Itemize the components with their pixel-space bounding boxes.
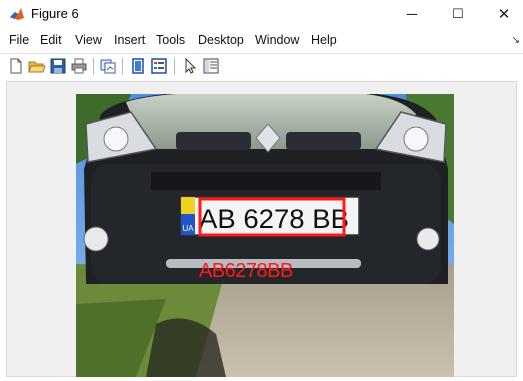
toolbar-separator: [93, 58, 94, 75]
open-file-icon[interactable]: [28, 57, 46, 75]
matlab-logo-icon: [9, 6, 25, 22]
edit-plot-arrow-icon[interactable]: [181, 57, 199, 75]
menu-view[interactable]: View: [75, 33, 102, 47]
menu-overflow-arrow-icon[interactable]: ↘: [512, 35, 520, 46]
menu-desktop[interactable]: Desktop: [198, 33, 244, 47]
menu-bar: File Edit View Insert Tools Desktop Wind…: [0, 30, 523, 50]
toolbar-separator: [122, 58, 123, 75]
title-bar: Figure 6 ─ ☐ ✕: [0, 0, 523, 28]
maximize-button[interactable]: ☐: [438, 0, 478, 28]
menu-tools[interactable]: Tools: [156, 33, 185, 47]
car-image: UA AB 6278 BB: [76, 94, 454, 377]
menu-insert[interactable]: Insert: [114, 33, 145, 47]
insert-legend-icon[interactable]: [150, 57, 168, 75]
property-inspector-icon[interactable]: [202, 57, 220, 75]
menu-edit[interactable]: Edit: [40, 33, 62, 47]
menu-help[interactable]: Help: [311, 33, 337, 47]
plate-country: UA: [182, 224, 194, 233]
plate-text: AB 6278 BB: [199, 204, 349, 234]
window-title: Figure 6: [31, 6, 79, 21]
minimize-icon: ─: [406, 5, 418, 23]
minimize-button[interactable]: ─: [392, 0, 432, 28]
link-plot-icon[interactable]: [99, 57, 117, 75]
menu-file[interactable]: File: [9, 33, 29, 47]
menu-window[interactable]: Window: [255, 33, 299, 47]
print-icon[interactable]: [70, 57, 88, 75]
toolbar: [0, 53, 523, 80]
close-button[interactable]: ✕: [484, 0, 523, 28]
close-icon: ✕: [497, 6, 511, 23]
recognized-plate-label: AB6278BB: [199, 260, 293, 282]
save-icon[interactable]: [49, 57, 67, 75]
insert-colorbar-icon[interactable]: [129, 57, 147, 75]
new-figure-icon[interactable]: [7, 57, 25, 75]
maximize-icon: ☐: [452, 6, 464, 21]
toolbar-separator: [174, 58, 175, 75]
